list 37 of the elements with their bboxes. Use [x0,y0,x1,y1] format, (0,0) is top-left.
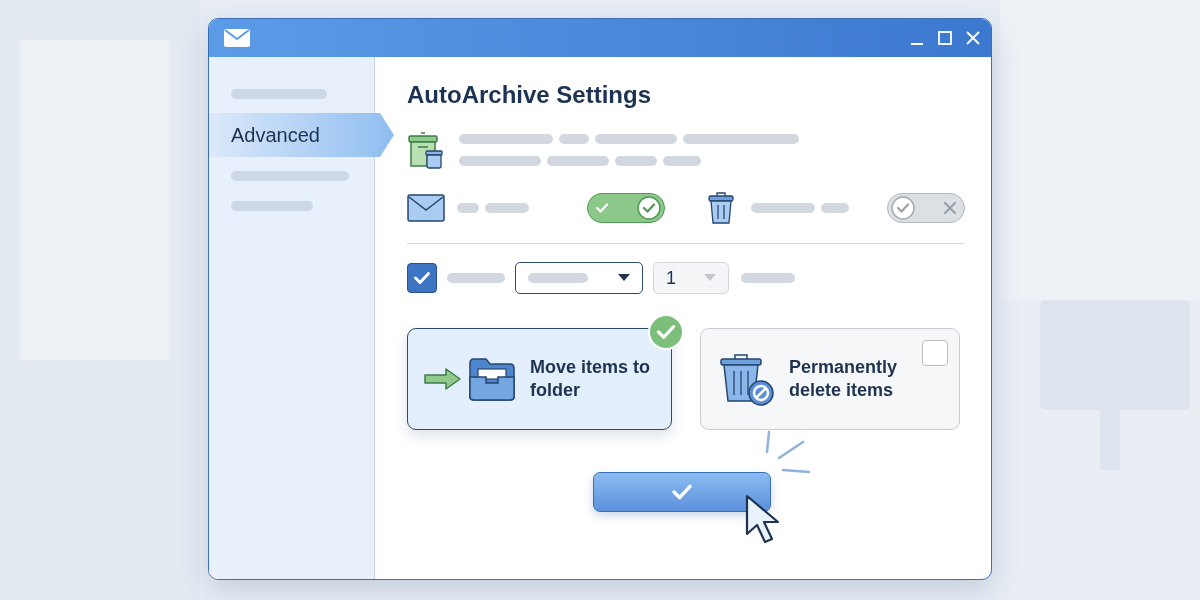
checkbox[interactable] [922,340,948,366]
text-placeholder [741,273,795,283]
option-card[interactable]: Move items to folder [407,328,672,430]
mail-icon [223,28,251,48]
confirm-button[interactable] [593,472,771,512]
toggle-knob-icon [891,196,915,220]
text-placeholder [751,203,815,213]
option-card[interactable]: Permanently delete items [700,328,960,430]
text-placeholder [559,134,589,144]
text-placeholder [547,156,609,166]
caret-icon [704,274,716,282]
trash-icon [707,191,735,225]
trash-prohibited-icon [717,351,775,407]
close-icon[interactable] [965,30,981,46]
toggle-switch[interactable] [887,193,965,223]
checkbox[interactable] [407,263,437,293]
sidebar-item[interactable]: Advanced [209,113,394,157]
option-label: Permanently delete items [789,356,899,402]
option-label: Move items to folder [530,356,652,402]
maximize-icon[interactable] [937,30,953,46]
text-placeholder [457,203,479,213]
text-placeholder [528,273,588,283]
caret-icon [618,274,630,282]
toggle-knob-icon [637,196,661,220]
page-heading: AutoArchive Settings [407,81,653,109]
text-placeholder [615,156,657,166]
archive-box-icon [407,131,443,169]
text-placeholder [663,156,701,166]
text-placeholder [821,203,849,213]
mail-icon [407,194,445,222]
folder-icon [468,357,516,401]
text-placeholder [447,273,505,283]
toggle-switch[interactable] [587,193,665,223]
check-badge-icon [648,314,684,350]
text-placeholder [485,203,529,213]
arrow-icon [424,367,462,391]
dropdown[interactable] [515,262,643,294]
